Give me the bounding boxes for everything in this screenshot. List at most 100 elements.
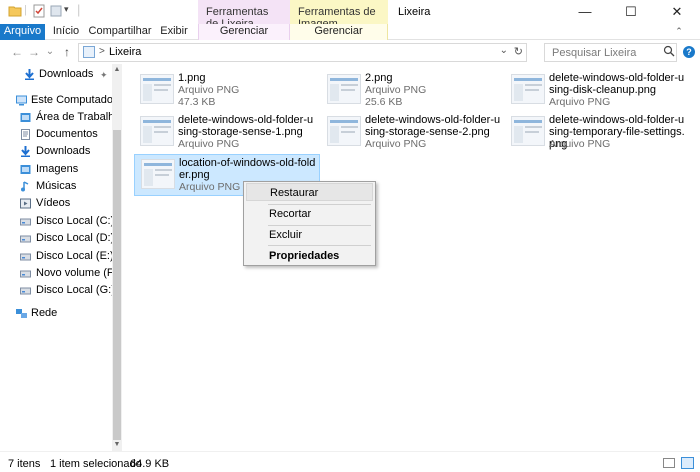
file-type: Arquivo PNG (178, 138, 240, 150)
sidebar-item-downloads[interactable]: Downloads (0, 143, 112, 160)
scroll-down-icon[interactable]: ▼ (112, 441, 122, 448)
file-item[interactable]: delete-windows-old-folder-using-disk-cle… (505, 70, 691, 112)
expand-ribbon-icon[interactable]: ⌃ (672, 24, 686, 40)
contextual-group-lixeira: Ferramentas de Lixeira (198, 0, 290, 30)
menu-item-restaurar[interactable]: Restaurar (246, 183, 373, 201)
refresh-icon[interactable]: ↻ (514, 45, 523, 58)
customize-quick-access-icon[interactable]: ▾ (64, 4, 69, 15)
music-icon (20, 181, 31, 192)
desktop-icon (20, 112, 31, 123)
file-type: Arquivo PNG (178, 84, 240, 96)
file-name: 2.png (365, 72, 393, 84)
navigation-bar: ← → ⌄ ↑ > Lixeira ⌄ ↻ Pesquisar Lixeira … (0, 40, 700, 64)
status-bar: 7 itens 1 item selecionado 64.9 KB (0, 451, 700, 472)
drive-icon (20, 251, 31, 262)
up-button[interactable]: ↑ (60, 44, 74, 60)
maximize-button[interactable]: ☐ (608, 0, 654, 24)
sidebar-item-disco-local-c[interactable]: Disco Local (C:) (0, 213, 115, 230)
tab-gerenciar-imagem[interactable]: Gerenciar (290, 24, 388, 40)
sidebar-item-label: Novo volume (F:) (36, 267, 121, 279)
sidebar-item-disco-local-d[interactable]: Disco Local (D:) (0, 230, 114, 247)
menu-item-recortar[interactable]: Recortar (246, 205, 373, 223)
download-arrow-icon (24, 69, 35, 80)
sidebar-item-este-computador[interactable]: Este Computador (0, 92, 117, 109)
back-button[interactable]: ← (10, 44, 24, 60)
drive-icon (20, 268, 31, 279)
minimize-button[interactable]: — (562, 0, 608, 24)
search-input[interactable]: Pesquisar Lixeira (544, 43, 677, 62)
menu-item-propriedades[interactable]: Propriedades (246, 247, 373, 265)
search-icon[interactable] (663, 45, 675, 59)
file-item[interactable]: delete-windows-old-folder-using-storage-… (321, 112, 507, 154)
context-menu: Restaurar Recortar Excluir Propriedades (243, 181, 376, 266)
new-folder-icon[interactable] (49, 4, 63, 18)
sidebar-item-downloads[interactable]: Downloads (0, 66, 112, 83)
file-item[interactable]: delete-windows-old-folder-using-temporar… (505, 112, 691, 154)
help-icon[interactable]: ? (683, 46, 695, 58)
sidebar-item-label: Downloads (36, 145, 91, 157)
pin-icon[interactable]: ✦ (100, 70, 108, 81)
sidebar-item-label: Este Computador (31, 94, 117, 106)
file-item[interactable]: 1.png Arquivo PNG 47.3 KB (134, 70, 320, 112)
tab-gerenciar-lixeira[interactable]: Gerenciar (198, 24, 290, 40)
sidebar-item-v-deos[interactable]: Vídeos (0, 195, 112, 212)
address-bar[interactable]: > Lixeira ⌄ ↻ (78, 43, 527, 62)
sidebar-item--rea-de-trabalho[interactable]: Área de Trabalho (0, 109, 120, 126)
details-view-icon[interactable] (663, 458, 675, 468)
breadcrumb-lixeira[interactable]: Lixeira (109, 46, 141, 58)
sidebar-item-novo-volume-f[interactable]: Novo volume (F:) (0, 265, 120, 282)
sidebar-item-disco-local-g[interactable]: Disco Local (G:) (0, 282, 115, 299)
drive-icon (20, 285, 31, 296)
navigation-scrollbar-thumb[interactable] (113, 130, 121, 440)
file-name: delete-windows-old-folder-using-storage-… (365, 114, 501, 138)
file-name: location-of-windows-old-folder.png (179, 157, 316, 181)
sidebar-item-m-sicas[interactable]: Músicas (0, 178, 112, 195)
drive-icon (20, 233, 31, 244)
menu-item-excluir[interactable]: Excluir (246, 226, 373, 244)
status-size: 64.9 KB (130, 458, 170, 470)
search-placeholder: Pesquisar Lixeira (552, 47, 637, 59)
properties-check-icon[interactable] (32, 4, 46, 18)
file-item[interactable]: 2.png Arquivo PNG 25.6 KB (321, 70, 507, 112)
file-size: 47.3 KB (178, 96, 216, 108)
navigation-pane: Downloads Este Computador Área de Trabalho… (0, 64, 120, 451)
forward-button[interactable]: → (27, 44, 41, 60)
file-type: Arquivo PNG (549, 96, 611, 108)
status-item-count: 7 itens (8, 458, 41, 470)
file-list[interactable]: 1.png Arquivo PNG 47.3 KB 2.png Arquivo PNG 2… (124, 64, 700, 451)
tab-exibir[interactable]: Exibir (154, 24, 194, 40)
tab-inicio[interactable]: Início (46, 24, 86, 40)
sidebar-item-label: Downloads (39, 68, 94, 80)
sidebar-item-documentos[interactable]: Documentos (0, 126, 112, 143)
sidebar-item-label: Documentos (36, 128, 98, 140)
file-thumbnail (140, 116, 174, 146)
videos-icon (20, 198, 31, 209)
address-history-icon[interactable]: ⌄ (500, 45, 508, 56)
window-title: Lixeira (398, 6, 431, 18)
qa-divider: | (77, 2, 81, 17)
sidebar-item-imagens[interactable]: Imagens (0, 161, 112, 178)
tab-arquivo[interactable]: Arquivo (0, 24, 45, 40)
sidebar-item-label: Área de Trabalho (36, 111, 121, 123)
file-thumbnail (140, 74, 174, 104)
tab-compartilhar[interactable]: Compartilhar (86, 24, 154, 40)
file-thumbnail (141, 159, 175, 189)
scroll-up-icon[interactable]: ▲ (112, 66, 122, 73)
sidebar-item-label: Rede (31, 307, 58, 319)
sidebar-item-label: Disco Local (E:) (36, 250, 114, 262)
file-thumbnail (327, 116, 361, 146)
file-item[interactable]: delete-windows-old-folder-using-storage-… (134, 112, 320, 154)
sidebar-item-label: Disco Local (C:) (36, 215, 115, 227)
close-button[interactable]: ✕ (654, 0, 700, 24)
recent-locations-icon[interactable]: ⌄ (43, 44, 57, 60)
ribbon-tabs: Arquivo Início Compartilhar Exibir Geren… (0, 24, 700, 40)
large-icons-view-icon[interactable] (681, 457, 694, 469)
sidebar-item-rede[interactable]: Rede (0, 305, 112, 322)
pictures-icon (20, 164, 31, 175)
folder-icon[interactable] (8, 4, 22, 18)
status-selection: 1 item selecionado (50, 458, 142, 470)
breadcrumb-separator-icon[interactable]: > (99, 46, 105, 57)
sidebar-item-disco-local-e[interactable]: Disco Local (E:) (0, 248, 114, 265)
sidebar-item-label: Músicas (36, 180, 77, 192)
sidebar-item-label: Vídeos (36, 197, 71, 209)
